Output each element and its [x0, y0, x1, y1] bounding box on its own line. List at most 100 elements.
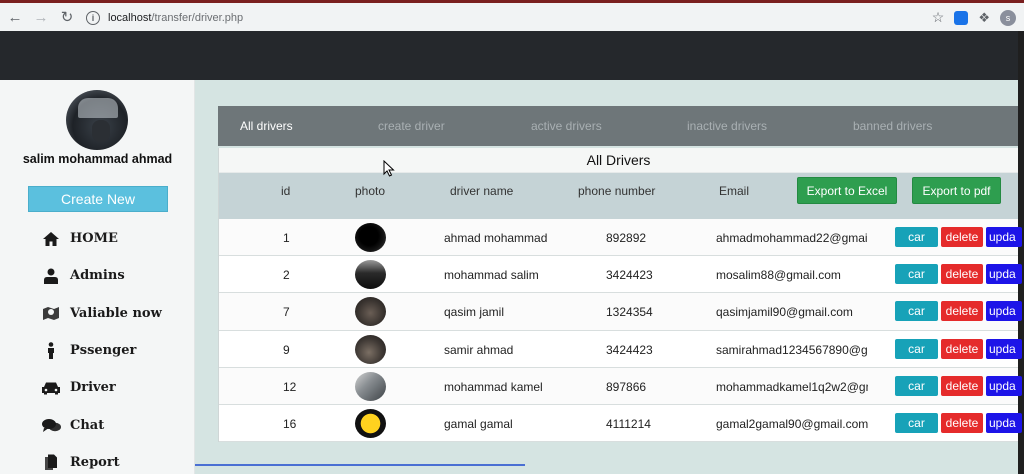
- user-name: salim mohammad ahmad: [22, 152, 173, 166]
- delete-button[interactable]: delete: [941, 375, 983, 396]
- driver-tabs: All drivers create driver active drivers…: [218, 106, 1018, 146]
- sidebar-item-passenger[interactable]: Pssenger: [38, 332, 162, 369]
- main-content: All drivers create driver active drivers…: [195, 80, 1022, 474]
- export-pdf-button[interactable]: Export to pdf: [912, 177, 1001, 204]
- progress-underline: [195, 464, 525, 466]
- cell-driver-name: ahmad mohammad: [444, 231, 548, 245]
- address-bar[interactable]: i localhost/transfer/driver.php: [86, 7, 946, 29]
- sidebar-item-report[interactable]: Report: [38, 444, 162, 474]
- cell-phone: 1324354: [606, 305, 653, 320]
- table-row: 7 qasim jamil 1324354 qasimjamil90@gmail.co…: [219, 293, 1022, 331]
- map-marker-icon: [38, 305, 64, 321]
- forward-arrow-icon[interactable]: →: [30, 6, 52, 28]
- car-button[interactable]: car: [895, 412, 938, 433]
- cell-driver-name: samir ahmad: [444, 342, 514, 357]
- sidebar-item-valiable-now[interactable]: Valiable now: [38, 295, 162, 332]
- car-button[interactable]: car: [895, 338, 938, 359]
- cell-id: 16: [283, 416, 297, 431]
- sidebar-item-label: Valiable now: [70, 305, 162, 321]
- tab-all-drivers[interactable]: All drivers: [240, 119, 293, 133]
- sidebar-item-home[interactable]: HOME: [38, 220, 162, 257]
- tab-active-drivers[interactable]: active drivers: [531, 119, 602, 133]
- drivers-panel: All Drivers id photo driver name phone n…: [218, 148, 1022, 443]
- tab-banned-drivers[interactable]: banned drivers: [853, 119, 932, 133]
- home-icon: [38, 231, 64, 247]
- table-row: 1 ahmad mohammad 892892 ahmadmohammad22@gma…: [219, 219, 1022, 257]
- sidebar-item-label: HOME: [70, 231, 118, 247]
- sidebar-item-chat[interactable]: Chat: [38, 406, 162, 443]
- driver-photo: [355, 260, 386, 290]
- cell-email: mohammadkamel1q2w2@gmail.com: [716, 379, 868, 394]
- url-path: /transfer/driver.php: [151, 12, 244, 24]
- car-button[interactable]: car: [895, 375, 938, 396]
- update-button[interactable]: upda: [986, 338, 1022, 359]
- driver-photo: [355, 334, 386, 364]
- driver-photo: [355, 297, 386, 327]
- driver-photo: [355, 408, 386, 438]
- browser-toolbar: ← → ↻ i localhost/transfer/driver.php ☆ …: [0, 0, 1024, 31]
- back-arrow-icon[interactable]: ←: [4, 6, 26, 28]
- update-button[interactable]: upda: [986, 227, 1022, 247]
- update-button[interactable]: upda: [986, 412, 1022, 433]
- person-icon: [38, 342, 64, 360]
- panel-title: All Drivers: [219, 148, 1018, 173]
- sidebar-item-label: Chat: [70, 417, 105, 433]
- bookmark-star-icon[interactable]: ☆: [932, 9, 945, 26]
- cell-driver-name: qasim jamil: [444, 305, 505, 320]
- export-excel-button[interactable]: Export to Excel: [797, 177, 897, 204]
- table-row: 12 mohammad kamel 897866 mohammadkamel1q2w2…: [219, 367, 1022, 405]
- cell-id: 1: [283, 231, 290, 245]
- cell-id: 7: [283, 305, 290, 320]
- delete-button[interactable]: delete: [941, 412, 983, 433]
- car-button[interactable]: car: [895, 227, 938, 247]
- table-row: 2 mohammad salim 3424423 mosalim88@gmail.co…: [219, 256, 1022, 294]
- sidebar: salim mohammad ahmad Create New HOME Adm…: [0, 80, 195, 474]
- sidebar-item-label: Pssenger: [70, 343, 137, 359]
- avatar: [66, 90, 128, 150]
- driver-photo: [355, 371, 386, 401]
- table-header: id photo driver name phone number Email …: [219, 173, 1018, 219]
- reload-icon[interactable]: ↻: [56, 6, 78, 28]
- car-icon: [38, 381, 64, 395]
- cell-driver-name: mohammad salim: [444, 268, 539, 283]
- table-row: 9 samir ahmad 3424423 samirahmad1234567890@…: [219, 330, 1022, 368]
- sidebar-item-driver[interactable]: Driver: [38, 369, 162, 406]
- user-tie-icon: [38, 268, 64, 284]
- extensions-puzzle-icon[interactable]: ❖: [978, 10, 990, 26]
- cell-email: ahmadmohammad22@gmail: [716, 231, 868, 245]
- header-photo: photo: [355, 184, 386, 198]
- cell-email: gamal2gamal90@gmail.com: [716, 416, 868, 431]
- cell-email: qasimjamil90@gmail.com: [716, 305, 853, 320]
- car-button[interactable]: car: [895, 264, 938, 285]
- car-button[interactable]: car: [895, 301, 938, 322]
- sidebar-menu: HOME Admins Valiable now Pssenger Driver: [38, 220, 162, 474]
- delete-button[interactable]: delete: [941, 301, 983, 322]
- header-driver-name: driver name: [450, 184, 514, 198]
- driver-photo: [355, 223, 386, 252]
- tab-inactive-drivers[interactable]: inactive drivers: [687, 119, 767, 133]
- cell-id: 2: [283, 268, 290, 283]
- sidebar-item-label: Driver: [70, 380, 116, 396]
- cell-email: samirahmad1234567890@gmail.com: [716, 342, 868, 357]
- extension-icon[interactable]: [954, 10, 969, 25]
- create-new-button[interactable]: Create New: [28, 186, 168, 212]
- delete-button[interactable]: delete: [941, 338, 983, 359]
- delete-button[interactable]: delete: [941, 264, 983, 285]
- delete-button[interactable]: delete: [941, 227, 983, 247]
- cell-phone: 897866: [606, 379, 647, 394]
- cell-phone: 892892: [606, 231, 647, 245]
- sidebar-item-admins[interactable]: Admins: [38, 257, 162, 294]
- cell-email: mosalim88@gmail.com: [716, 268, 841, 283]
- info-icon[interactable]: i: [86, 11, 100, 25]
- tab-create-driver[interactable]: create driver: [378, 119, 445, 133]
- header-id: id: [281, 184, 291, 198]
- header-email: Email: [719, 184, 750, 198]
- update-button[interactable]: upda: [986, 375, 1022, 396]
- profile-avatar[interactable]: s: [1000, 9, 1016, 26]
- cell-phone: 4111214: [606, 416, 651, 431]
- update-button[interactable]: upda: [986, 264, 1022, 285]
- app-header: [0, 31, 1018, 80]
- cell-phone: 3424423: [606, 342, 653, 357]
- chat-icon: [38, 418, 64, 433]
- update-button[interactable]: upda: [986, 301, 1022, 322]
